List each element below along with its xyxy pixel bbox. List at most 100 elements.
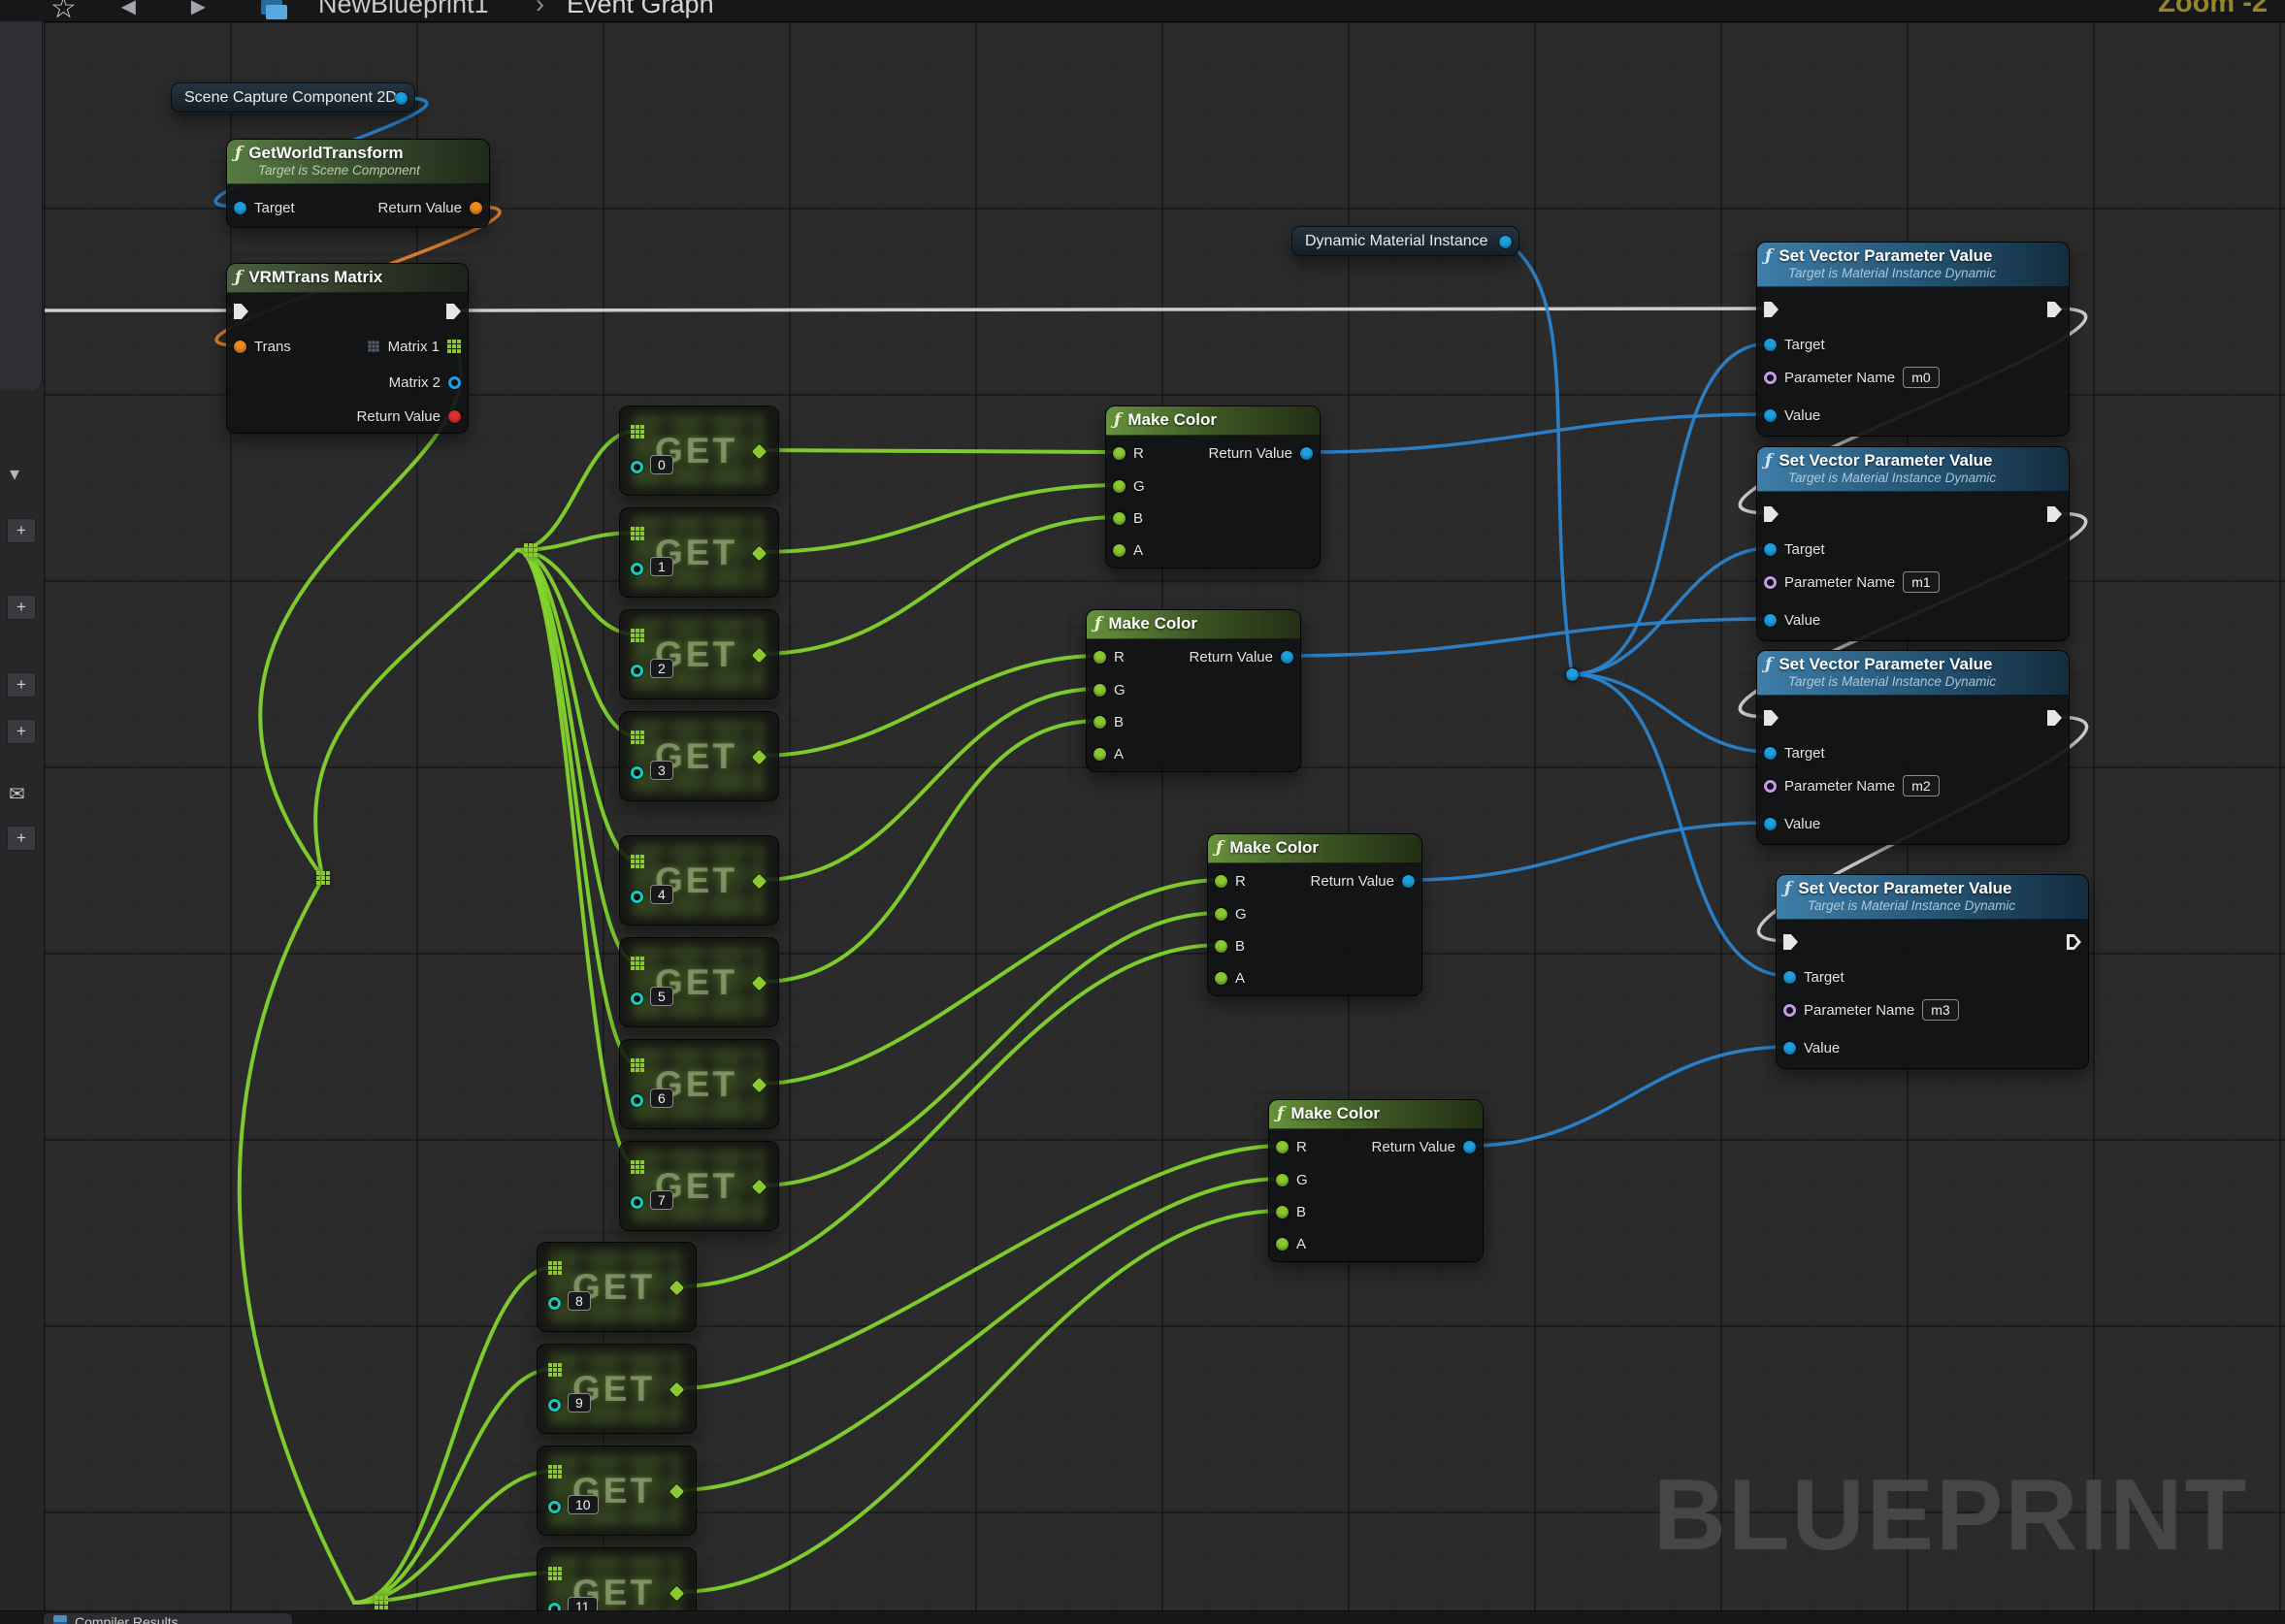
array-input-pin[interactable] bbox=[631, 425, 644, 438]
back-button[interactable]: ◄ bbox=[116, 0, 141, 21]
exec-out-pin[interactable] bbox=[2047, 302, 2062, 317]
exec-in-pin[interactable] bbox=[1764, 506, 1779, 522]
index-input-pin[interactable] bbox=[631, 1094, 643, 1107]
array-input-pin[interactable] bbox=[631, 527, 644, 540]
index-value-box[interactable]: 1 bbox=[650, 557, 673, 576]
compiler-results-tab[interactable]: Compiler Results bbox=[43, 1612, 293, 1624]
exec-in-pin[interactable] bbox=[1783, 934, 1798, 950]
array-get-node[interactable]: GET2 bbox=[619, 609, 779, 699]
exec-in-pin[interactable] bbox=[234, 304, 248, 319]
array-get-node[interactable]: GET8 bbox=[537, 1242, 697, 1332]
parameter-name-pin[interactable] bbox=[1764, 576, 1777, 589]
dropdown-chevron-icon[interactable]: ▾ bbox=[10, 462, 19, 486]
set-vector-parameter-value-node[interactable]: ƒSet Vector Parameter ValueTarget is Mat… bbox=[1756, 446, 2070, 641]
index-value-box[interactable]: 2 bbox=[650, 659, 673, 678]
reroute-node[interactable] bbox=[375, 1596, 388, 1609]
add-button[interactable]: + bbox=[7, 672, 36, 698]
matrix1-output-pin[interactable] bbox=[447, 340, 461, 353]
favorite-star-icon[interactable]: ☆ bbox=[50, 0, 77, 22]
index-input-pin[interactable] bbox=[548, 1297, 561, 1310]
array-input-pin[interactable] bbox=[631, 957, 644, 970]
a-input-pin[interactable] bbox=[1113, 544, 1126, 557]
return-value-pin[interactable] bbox=[448, 410, 461, 423]
target-pin[interactable] bbox=[1783, 971, 1796, 984]
index-value-box[interactable]: 6 bbox=[650, 1088, 673, 1108]
array-get-node[interactable]: GET6 bbox=[619, 1039, 779, 1129]
index-input-pin[interactable] bbox=[631, 891, 643, 903]
b-input-pin[interactable] bbox=[1094, 716, 1106, 729]
a-input-pin[interactable] bbox=[1094, 748, 1106, 761]
index-input-pin[interactable] bbox=[631, 665, 643, 677]
vrmtrans-matrix-node[interactable]: ƒVRMTrans MatrixTransMatrix 1Matrix 2Ret… bbox=[226, 263, 469, 434]
array-input-pin[interactable] bbox=[631, 731, 644, 744]
object-output-pin[interactable] bbox=[1499, 236, 1512, 248]
index-input-pin[interactable] bbox=[548, 1399, 561, 1412]
value-pin[interactable] bbox=[1764, 409, 1777, 422]
g-input-pin[interactable] bbox=[1276, 1174, 1289, 1186]
b-input-pin[interactable] bbox=[1215, 940, 1227, 953]
index-value-box[interactable]: 7 bbox=[650, 1190, 673, 1210]
index-input-pin[interactable] bbox=[631, 992, 643, 1005]
exec-out-pin[interactable] bbox=[2047, 506, 2062, 522]
variable-node-dmi[interactable]: Dynamic Material Instance bbox=[1291, 226, 1519, 256]
value-pin[interactable] bbox=[1783, 1042, 1796, 1055]
add-button[interactable]: + bbox=[7, 518, 36, 543]
parameter-name-value-box[interactable]: m1 bbox=[1903, 571, 1939, 593]
b-input-pin[interactable] bbox=[1276, 1206, 1289, 1218]
return-value-pin[interactable] bbox=[1402, 875, 1415, 888]
return-value-pin[interactable] bbox=[1300, 447, 1313, 460]
make-color-node[interactable]: ƒMake ColorRGBAReturn Value bbox=[1105, 406, 1321, 568]
getworldtransform-node[interactable]: ƒGetWorldTransformTarget is Scene Compon… bbox=[226, 139, 490, 228]
target-pin[interactable] bbox=[1764, 543, 1777, 556]
index-value-box[interactable]: 9 bbox=[568, 1393, 591, 1413]
return-value-pin[interactable] bbox=[1281, 651, 1293, 664]
array-input-pin[interactable] bbox=[631, 629, 644, 642]
breadcrumb-blueprint-name[interactable]: NewBlueprint1 bbox=[318, 0, 489, 19]
matrix2-output-pin[interactable] bbox=[448, 376, 461, 389]
array-get-node[interactable]: GET7 bbox=[619, 1141, 779, 1231]
a-input-pin[interactable] bbox=[1215, 972, 1227, 985]
g-input-pin[interactable] bbox=[1094, 684, 1106, 697]
target-pin[interactable] bbox=[1764, 747, 1777, 760]
reroute-node[interactable] bbox=[316, 871, 330, 885]
array-get-node[interactable]: GET1 bbox=[619, 507, 779, 598]
add-button[interactable]: + bbox=[7, 719, 36, 744]
return-value-pin[interactable] bbox=[470, 202, 482, 214]
parameter-name-value-box[interactable]: m2 bbox=[1903, 775, 1939, 796]
value-pin[interactable] bbox=[1764, 818, 1777, 830]
add-button[interactable]: + bbox=[7, 595, 36, 620]
array-input-pin[interactable] bbox=[631, 855, 644, 868]
array-get-node[interactable]: GET9 bbox=[537, 1344, 697, 1434]
trans-pin[interactable] bbox=[234, 341, 246, 353]
target-pin[interactable] bbox=[234, 202, 246, 214]
parameter-name-value-box[interactable]: m0 bbox=[1903, 367, 1939, 388]
breadcrumb-event-graph[interactable]: Event Graph bbox=[567, 0, 714, 19]
make-color-node[interactable]: ƒMake ColorRGBAReturn Value bbox=[1086, 609, 1301, 772]
exec-in-pin[interactable] bbox=[1764, 302, 1779, 317]
exec-out-pin[interactable] bbox=[446, 304, 461, 319]
index-input-pin[interactable] bbox=[631, 1196, 643, 1209]
r-input-pin[interactable] bbox=[1276, 1141, 1289, 1153]
index-value-box[interactable]: 8 bbox=[568, 1291, 591, 1311]
exec-in-pin[interactable] bbox=[1764, 710, 1779, 726]
index-input-pin[interactable] bbox=[631, 766, 643, 779]
parameter-name-pin[interactable] bbox=[1764, 780, 1777, 793]
value-pin[interactable] bbox=[1764, 614, 1777, 627]
make-color-node[interactable]: ƒMake ColorRGBAReturn Value bbox=[1268, 1099, 1484, 1262]
set-vector-parameter-value-node[interactable]: ƒSet Vector Parameter ValueTarget is Mat… bbox=[1756, 650, 2070, 845]
array-input-pin[interactable] bbox=[548, 1261, 562, 1275]
array-input-pin[interactable] bbox=[631, 1058, 644, 1072]
index-input-pin[interactable] bbox=[631, 563, 643, 575]
array-get-node[interactable]: GET10 bbox=[537, 1445, 697, 1536]
target-pin[interactable] bbox=[1764, 339, 1777, 351]
r-input-pin[interactable] bbox=[1094, 651, 1106, 664]
g-input-pin[interactable] bbox=[1215, 908, 1227, 921]
array-input-pin[interactable] bbox=[548, 1363, 562, 1377]
mail-icon[interactable]: ✉ bbox=[9, 782, 25, 806]
set-vector-parameter-value-node[interactable]: ƒSet Vector Parameter ValueTarget is Mat… bbox=[1776, 874, 2089, 1069]
g-input-pin[interactable] bbox=[1113, 480, 1126, 493]
array-get-node[interactable]: GET4 bbox=[619, 835, 779, 926]
index-value-box[interactable]: 3 bbox=[650, 761, 673, 780]
reroute-node[interactable] bbox=[524, 543, 538, 557]
array-get-node[interactable]: GET5 bbox=[619, 937, 779, 1027]
